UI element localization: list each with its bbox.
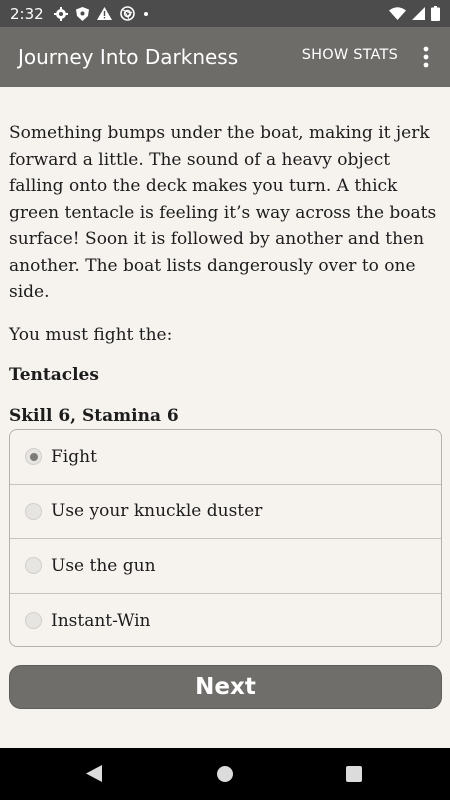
story-content: Something bumps under the boat, making i… [9, 120, 441, 426]
show-stats-button[interactable]: SHOW STATS [302, 47, 398, 63]
shield-icon [75, 6, 89, 21]
recents-icon[interactable] [346, 766, 362, 782]
story-text: Something bumps under the boat, making i… [9, 123, 437, 302]
more-vert-icon[interactable] [416, 44, 436, 70]
system-nav-bar [0, 748, 450, 800]
dot-icon [143, 11, 148, 16]
radio-button[interactable] [25, 612, 42, 630]
app-bar: Journey Into Darkness SHOW STATS [0, 27, 450, 87]
home-icon[interactable] [217, 766, 233, 782]
battery-icon [431, 6, 440, 21]
wifi-icon [389, 7, 406, 20]
signal-icon [412, 7, 425, 20]
status-left-icons [53, 6, 149, 21]
status-time: 2:32 [10, 4, 44, 23]
back-icon[interactable] [86, 765, 102, 782]
next-button[interactable]: Next [9, 665, 442, 709]
gear-icon [53, 6, 68, 21]
option-fight[interactable]: Fight [10, 430, 441, 485]
enemy-stats: Skill 6, Stamina 6 [9, 405, 179, 426]
radio-button[interactable] [25, 502, 42, 520]
option-gun[interactable]: Use the gun [10, 539, 441, 594]
warning-icon [96, 7, 112, 20]
option-label: Instant-Win [51, 610, 151, 631]
app-title: Journey Into Darkness [18, 45, 239, 69]
radio-button[interactable] [25, 557, 42, 575]
status-bar: 2:32 [0, 0, 450, 27]
option-knuckle-duster[interactable]: Use your knuckle duster [10, 485, 441, 539]
enemy-name: Tentacles [9, 364, 99, 385]
must-fight-text: You must fight the: [9, 324, 173, 345]
choice-radio-group: Fight Use your knuckle duster Use the gu… [9, 429, 442, 647]
radio-dot [29, 452, 38, 461]
radio-button-selected[interactable] [25, 448, 42, 466]
option-label: Use your knuckle duster [51, 501, 263, 522]
option-instant-win[interactable]: Instant-Win [10, 594, 441, 649]
status-right-icons [389, 6, 440, 21]
option-label: Use the gun [51, 555, 156, 576]
option-label: Fight [51, 446, 97, 467]
aperture-icon [119, 6, 135, 21]
